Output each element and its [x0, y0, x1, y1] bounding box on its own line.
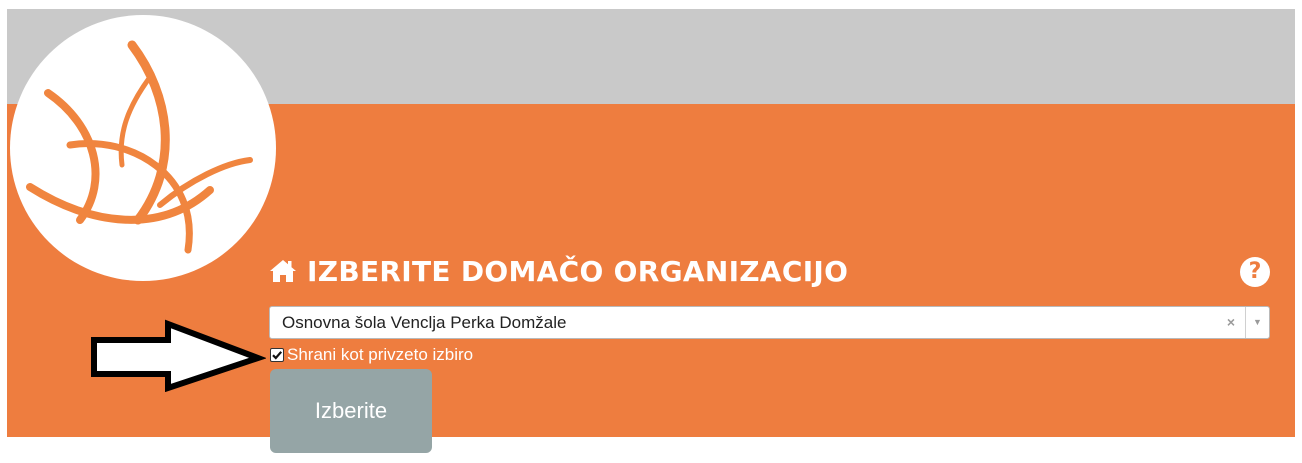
- question-circle-icon[interactable]: ?: [1240, 257, 1270, 287]
- clear-selection-icon[interactable]: ×: [1227, 307, 1235, 338]
- login-page: IZBERITE DOMAČO ORGANIZACIJO ? Osnovna š…: [0, 0, 1302, 463]
- home-icon: [270, 260, 296, 282]
- remember-checkbox-label: Shrani kot privzeto izbiro: [287, 345, 474, 364]
- page-title-text: IZBERITE DOMAČO ORGANIZACIJO: [307, 254, 849, 288]
- organization-select-value: Osnovna šola Venclja Perka Domžale: [282, 313, 567, 332]
- logo: [10, 15, 276, 281]
- remember-choice[interactable]: Shrani kot privzeto izbiro: [270, 344, 473, 366]
- checkmark-icon: [272, 351, 283, 360]
- select-button[interactable]: Izberite: [270, 369, 432, 453]
- chevron-down-icon[interactable]: ▼: [1246, 307, 1269, 338]
- page-title: IZBERITE DOMAČO ORGANIZACIJO: [269, 250, 848, 292]
- organization-select[interactable]: Osnovna šola Venclja Perka Domžale × ▼: [269, 306, 1270, 339]
- remember-checkbox[interactable]: [270, 348, 284, 362]
- logo-mark-icon: [26, 40, 253, 254]
- annotation-arrow-icon: [91, 319, 266, 392]
- help-glyph: ?: [1248, 259, 1262, 284]
